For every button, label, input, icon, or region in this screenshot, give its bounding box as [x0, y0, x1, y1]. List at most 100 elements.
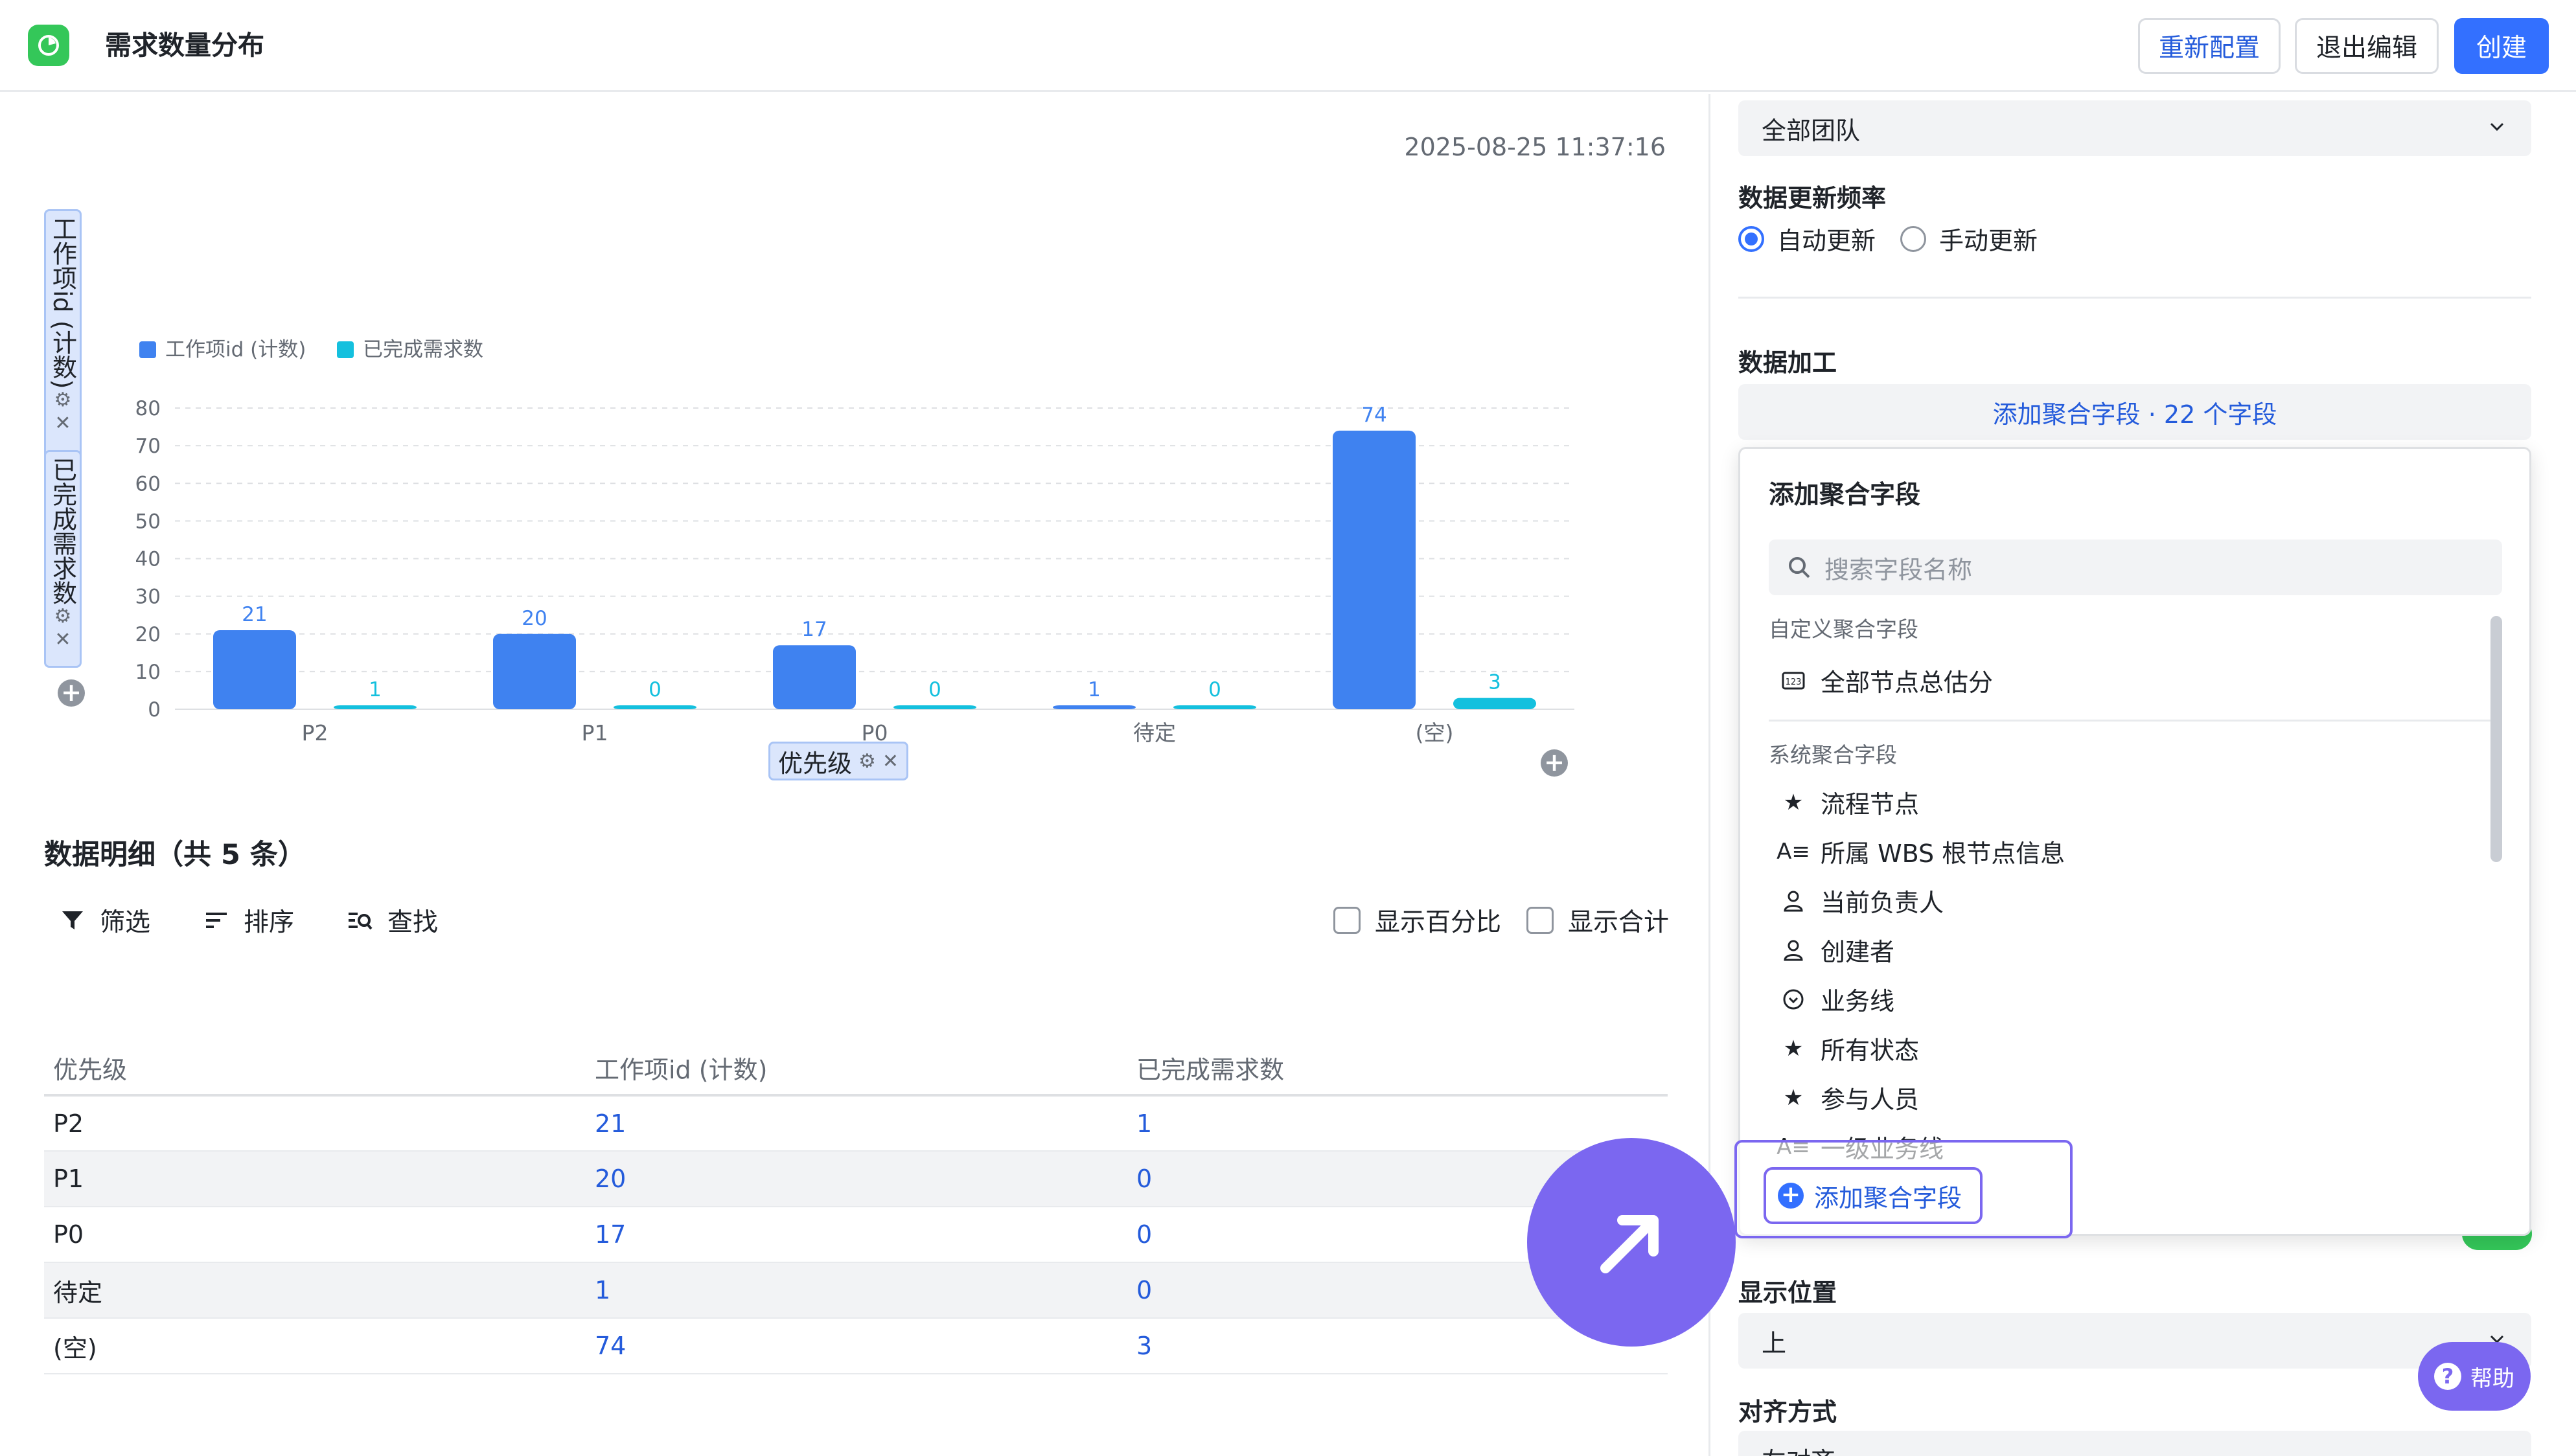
table-cell: 1: [586, 1262, 1127, 1319]
y-field-chip-completed[interactable]: 已完成需求数 ⚙ ✕: [44, 450, 82, 668]
system-field-label: 创建者: [1821, 938, 1895, 966]
checkbox-box[interactable]: [1333, 907, 1361, 934]
show-percent-label: 显示百分比: [1375, 908, 1502, 937]
gear-icon[interactable]: ⚙: [54, 389, 72, 412]
radio-selected-icon[interactable]: [1738, 225, 1764, 252]
timestamp: 2025-08-25 11:37:16: [1404, 133, 1666, 161]
y-tick-label: 40: [135, 548, 161, 571]
bar-value-label: 17: [801, 618, 827, 641]
filter-icon: [62, 911, 83, 929]
bar-value-label: 0: [1208, 678, 1221, 701]
show-total-checkbox[interactable]: 显示合计: [1526, 902, 1669, 938]
system-field-item[interactable]: ★ 所有状态: [1780, 1030, 1919, 1066]
x-tick-label: P1: [582, 720, 608, 745]
table-cell: 20: [586, 1151, 1127, 1207]
bar-value-label: 20: [522, 607, 547, 630]
popup-add-label: 添加聚合字段: [1814, 1183, 1962, 1212]
system-field-item[interactable]: 当前负责人: [1780, 883, 1944, 918]
column-header[interactable]: 优先级: [44, 1041, 586, 1097]
table-row: (空) 74 3: [44, 1318, 1668, 1374]
manual-update-label: 手动更新: [1939, 227, 2038, 255]
gear-icon[interactable]: ⚙: [54, 605, 72, 628]
radio-unselected-icon[interactable]: [1900, 225, 1926, 252]
bar: [773, 645, 856, 709]
close-icon[interactable]: ✕: [54, 412, 71, 435]
update-frequency-label: 数据更新频率: [1738, 184, 1887, 212]
column-header[interactable]: 已完成需求数: [1127, 1041, 1668, 1097]
bar: [334, 705, 417, 709]
close-icon[interactable]: ✕: [54, 628, 71, 652]
help-button[interactable]: ? 帮助: [2418, 1342, 2531, 1411]
bar-value-label: 74: [1361, 404, 1386, 427]
system-section-label: 系统聚合字段: [1769, 742, 1897, 768]
popup-add-aggregate-button[interactable]: + 添加聚合字段: [1764, 1167, 1983, 1224]
y-tick-label: 50: [135, 510, 161, 533]
search-icon: [1789, 557, 1810, 578]
legend-swatch: [139, 341, 156, 358]
create-button[interactable]: 创建: [2454, 18, 2549, 74]
svg-text:123: 123: [1786, 677, 1802, 687]
show-percent-checkbox[interactable]: 显示百分比: [1333, 902, 1501, 938]
legend-label: 工作项id (计数): [165, 338, 306, 361]
alignment-value: 左对齐: [1762, 1441, 1835, 1456]
close-icon[interactable]: ✕: [882, 750, 899, 773]
option-icon: [1780, 986, 1806, 1012]
table-cell: P0: [44, 1207, 586, 1263]
system-field-item[interactable]: 业务线: [1780, 981, 1894, 1017]
legend-swatch: [337, 341, 354, 358]
y-field-chip-label: 工作项id (计数): [48, 216, 77, 389]
add-y-field-icon[interactable]: +: [58, 679, 85, 707]
column-header[interactable]: 工作项id (计数): [586, 1041, 1127, 1097]
find-button[interactable]: 查找: [347, 902, 438, 938]
bar-chart: 工作项id (计数) 已完成需求数01020304050607080211P220…: [135, 338, 1574, 745]
custom-field-label: 全部节点总估分: [1821, 668, 1994, 697]
system-field-label: 所属 WBS 根节点信息: [1821, 839, 2065, 868]
text-icon: A≡: [1777, 838, 1810, 865]
table-cell: P1: [44, 1151, 586, 1207]
filter-button[interactable]: 筛选: [60, 902, 150, 938]
table-header-row: 优先级 工作项id (计数) 已完成需求数: [44, 1041, 1668, 1097]
top-header: 需求数量分布 重新配置 退出编辑 创建: [0, 0, 2576, 92]
y-tick-label: 70: [135, 435, 161, 458]
x-field-chip[interactable]: 优先级 ⚙ ✕: [768, 742, 909, 780]
page-title: 需求数量分布: [105, 30, 264, 61]
y-tick-label: 30: [135, 586, 161, 609]
custom-section-label: 自定义聚合字段: [1769, 617, 1918, 642]
field-search-input[interactable]: 搜索字段名称: [1769, 540, 2502, 595]
bar-value-label: 0: [649, 678, 661, 701]
x-tick-label: P2: [302, 720, 328, 745]
system-field-item[interactable]: ★ 参与人员: [1780, 1080, 1919, 1115]
add-aggregate-field-button[interactable]: 添加聚合字段 · 22 个字段: [1738, 384, 2531, 440]
gear-icon[interactable]: ⚙: [858, 750, 876, 773]
bar: [614, 705, 696, 709]
reconfigure-button[interactable]: 重新配置: [2138, 18, 2281, 74]
exit-edit-button[interactable]: 退出编辑: [2295, 18, 2439, 74]
plus-circle-icon: +: [1778, 1183, 1804, 1209]
system-field-item[interactable]: A≡ 所属 WBS 根节点信息: [1777, 834, 2065, 869]
table-cell: 17: [586, 1207, 1127, 1263]
details-title: 数据明细（共 5 条）: [44, 839, 306, 871]
system-field-item[interactable]: ★ 流程节点: [1780, 784, 1919, 820]
y-tick-label: 10: [135, 661, 161, 684]
display-position-select[interactable]: 上: [1738, 1313, 2531, 1369]
user-icon: [1780, 888, 1806, 914]
chevron-down-icon: [2490, 122, 2504, 131]
checkbox-box[interactable]: [1526, 907, 1554, 934]
team-select[interactable]: 全部团队: [1738, 100, 2531, 156]
sort-button[interactable]: 排序: [203, 902, 294, 938]
divider: [1738, 297, 2531, 299]
manual-update-radio[interactable]: 手动更新: [1900, 221, 2038, 256]
custom-field-item[interactable]: 123 全部节点总估分: [1780, 663, 1993, 698]
table-cell: 待定: [44, 1262, 586, 1319]
add-x-field-icon[interactable]: +: [1541, 749, 1568, 777]
auto-update-radio[interactable]: 自动更新: [1738, 221, 1876, 256]
data-processing-label: 数据加工: [1738, 348, 1837, 377]
system-field-item[interactable]: 创建者: [1780, 932, 1894, 968]
alignment-select[interactable]: 左对齐: [1738, 1431, 2531, 1456]
popup-scrollbar[interactable]: [2490, 616, 2502, 862]
y-tick-label: 80: [135, 397, 161, 420]
system-field-label: 当前负责人: [1821, 889, 1944, 917]
x-field-chip-label: 优先级: [778, 749, 853, 778]
y-tick-label: 20: [135, 623, 161, 646]
table-row: P1 20 0: [44, 1151, 1668, 1207]
